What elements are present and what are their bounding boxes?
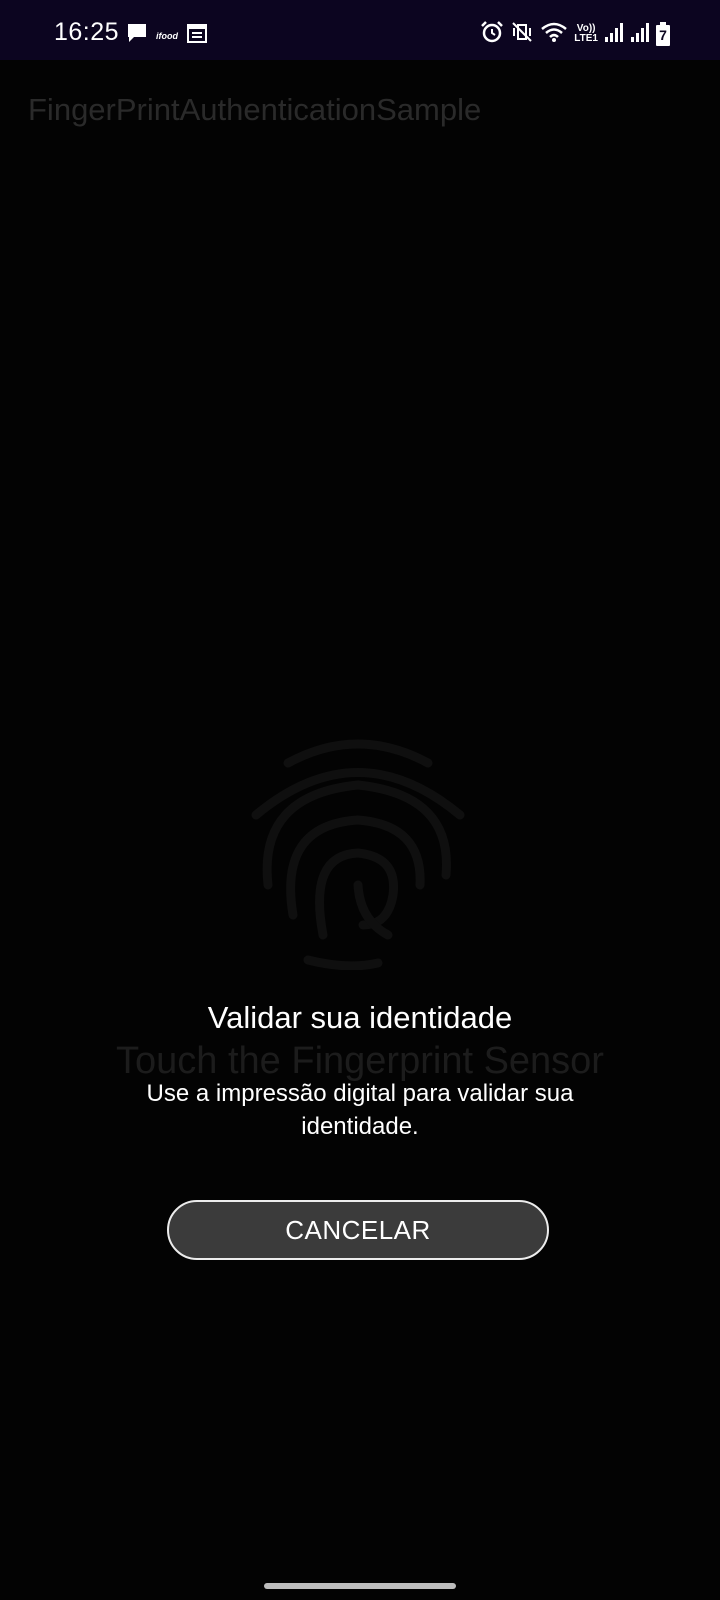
status-bar: 16:25 ifood Vo)) LTE1 7 [0, 0, 720, 60]
cancel-button[interactable]: CANCELAR [167, 1200, 549, 1260]
battery-charging-icon: 7 [656, 22, 670, 46]
app-title: FingerPrintAuthenticationSample [28, 92, 482, 127]
status-time: 16:25 [54, 18, 120, 46]
status-right-icons: Vo)) LTE1 7 [480, 20, 670, 48]
wifi-icon [540, 20, 568, 49]
fingerprint-icon [248, 735, 468, 971]
battery-level: 7 [659, 27, 667, 43]
signal-icon [630, 21, 650, 48]
signal-icon [604, 21, 624, 48]
message-icon [126, 22, 148, 49]
status-left-icons: ifood [126, 22, 208, 48]
vibrate-icon [510, 20, 534, 49]
ifood-icon: ifood [156, 26, 178, 44]
dialog-title: Validar sua identidade [207, 1000, 513, 1035]
calendar-icon [186, 22, 208, 49]
home-indicator[interactable] [264, 1583, 456, 1589]
volte-icon: Vo)) LTE1 [574, 24, 598, 44]
volte-line2: LTE1 [574, 33, 598, 44]
screen: 16:25 ifood Vo)) LTE1 7 FingerPrintAuthe… [0, 0, 720, 1600]
dialog-subtitle: Use a impressão digital para validar sua… [146, 1080, 574, 1140]
alarm-icon [480, 20, 504, 49]
ifood-label: ifood [156, 31, 178, 41]
